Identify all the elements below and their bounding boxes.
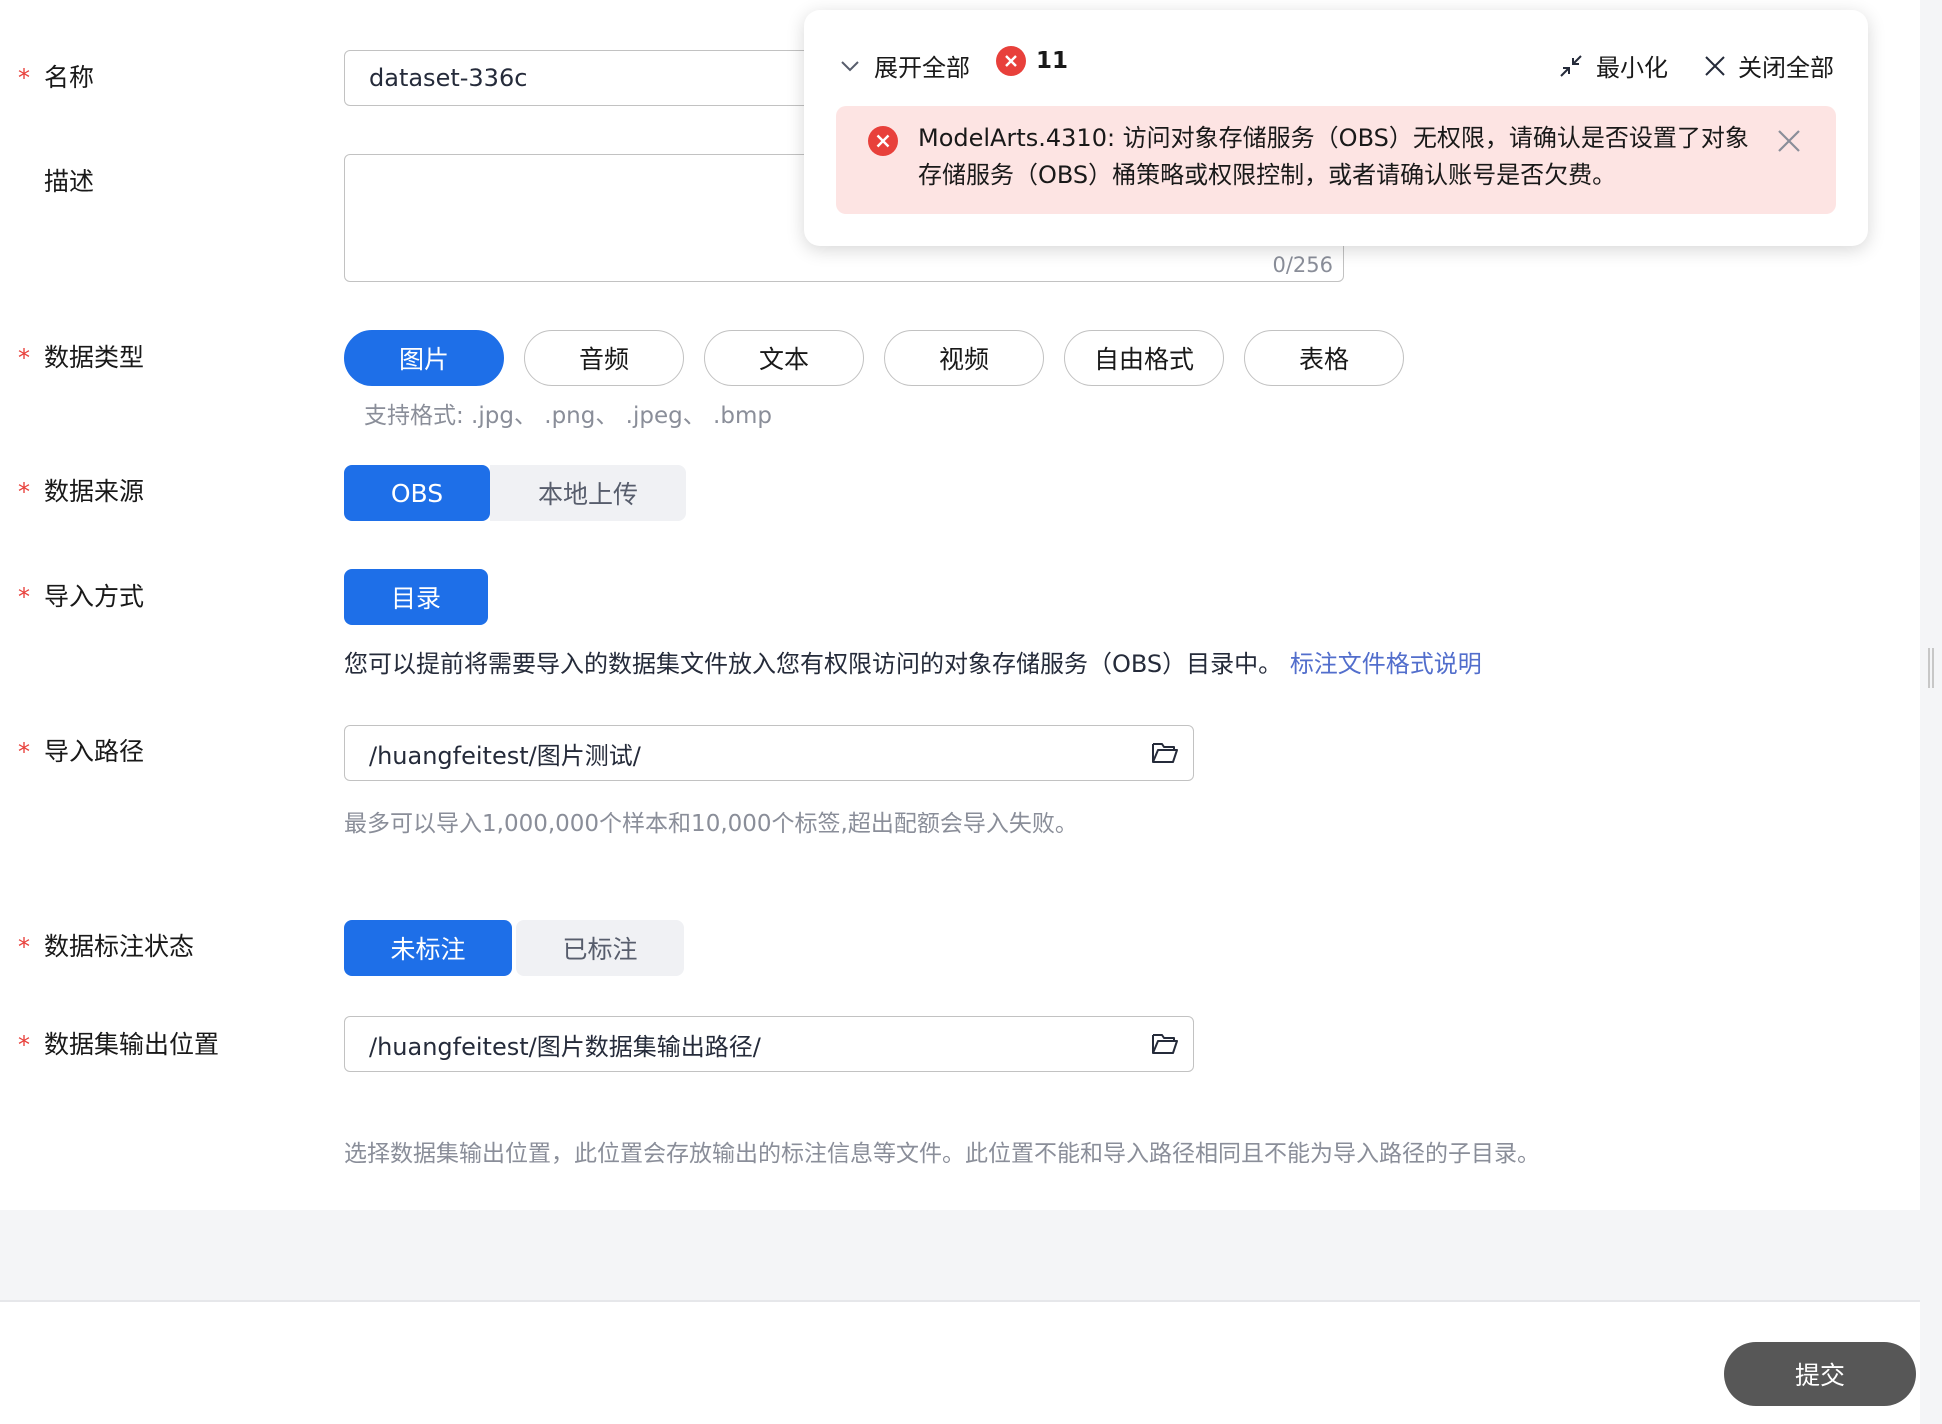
import-method-label: * 导入方式 bbox=[18, 582, 145, 611]
error-message-text: ModelArts.4310: 访问对象存储服务（OBS）无权限，请确认是否设置… bbox=[918, 124, 1749, 189]
label-status-option-unlabeled[interactable]: 未标注 bbox=[344, 920, 512, 976]
error-circle-icon bbox=[868, 126, 898, 156]
error-notification-panel: 展开全部 11 最小化 关闭全部 ModelArts.4310: 访问对象存储服… bbox=[804, 10, 1868, 246]
data-type-label: * 数据类型 bbox=[18, 343, 145, 372]
description-label: 描述 bbox=[44, 167, 95, 196]
name-input-value: dataset-336c bbox=[369, 64, 528, 92]
import-path-input[interactable]: /huangfeitest/图片测试/ bbox=[344, 725, 1194, 781]
minimize-button[interactable]: 最小化 bbox=[1558, 48, 1668, 83]
label-status-option-labeled[interactable]: 已标注 bbox=[516, 920, 684, 976]
output-location-label: * 数据集输出位置 bbox=[18, 1030, 220, 1059]
output-location-hint: 选择数据集输出位置，此位置会存放输出的标注信息等文件。此位置不能和导入路径相同且… bbox=[344, 1141, 1540, 1167]
supported-formats-hint: 支持格式: .jpg、 .png、 .jpeg、 .bmp bbox=[364, 403, 772, 429]
data-type-option-video[interactable]: 视频 bbox=[884, 330, 1044, 386]
notification-header: 展开全部 11 最小化 关闭全部 bbox=[804, 10, 1868, 120]
data-type-option-free-format[interactable]: 自由格式 bbox=[1064, 330, 1224, 386]
output-location-value: /huangfeitest/图片数据集输出路径/ bbox=[369, 1032, 761, 1061]
error-circle-icon bbox=[996, 46, 1026, 76]
import-method-description: 您可以提前将需要导入的数据集文件放入您有权限访问的对象存储服务（OBS）目录中。… bbox=[344, 650, 1482, 678]
minimize-icon bbox=[1560, 54, 1582, 77]
import-path-quota-hint: 最多可以导入1,000,000个样本和10,000个标签,超出配额会导入失败。 bbox=[344, 811, 1078, 837]
chevron-down-icon bbox=[841, 60, 859, 71]
import-path-label: * 导入路径 bbox=[18, 737, 145, 766]
data-type-option-image[interactable]: 图片 bbox=[344, 330, 504, 386]
name-input[interactable]: dataset-336c bbox=[344, 50, 844, 106]
description-char-counter: 0/256 bbox=[1272, 253, 1333, 277]
footer-divider-band bbox=[0, 1210, 1920, 1302]
data-type-option-text[interactable]: 文本 bbox=[704, 330, 864, 386]
data-type-option-table[interactable]: 表格 bbox=[1244, 330, 1404, 386]
close-icon[interactable] bbox=[1776, 128, 1802, 154]
submit-button[interactable]: 提交 bbox=[1724, 1342, 1916, 1406]
output-location-input[interactable]: /huangfeitest/图片数据集输出路径/ bbox=[344, 1016, 1194, 1072]
name-label: * 名称 bbox=[18, 63, 95, 92]
import-method-option-directory[interactable]: 目录 bbox=[344, 569, 488, 625]
label-status-label: * 数据标注状态 bbox=[18, 932, 195, 961]
import-path-value: /huangfeitest/图片测试/ bbox=[369, 741, 641, 770]
data-source-option-obs[interactable]: OBS bbox=[344, 465, 490, 521]
right-scroll-track bbox=[1920, 0, 1942, 1424]
error-message-card: ModelArts.4310: 访问对象存储服务（OBS）无权限，请确认是否设置… bbox=[836, 106, 1836, 214]
annotation-format-doc-link[interactable]: 标注文件格式说明 bbox=[1290, 650, 1482, 678]
close-icon bbox=[1705, 55, 1725, 76]
data-source-option-local-upload[interactable]: 本地上传 bbox=[490, 465, 686, 521]
error-count-badge: 11 bbox=[996, 46, 1068, 76]
data-source-label: * 数据来源 bbox=[18, 477, 145, 506]
resize-handle[interactable] bbox=[1928, 648, 1934, 688]
close-all-button[interactable]: 关闭全部 bbox=[1704, 48, 1834, 83]
folder-icon[interactable] bbox=[1151, 741, 1179, 765]
expand-all-toggle[interactable]: 展开全部 bbox=[840, 48, 970, 83]
folder-icon[interactable] bbox=[1151, 1032, 1179, 1056]
data-type-option-audio[interactable]: 音频 bbox=[524, 330, 684, 386]
